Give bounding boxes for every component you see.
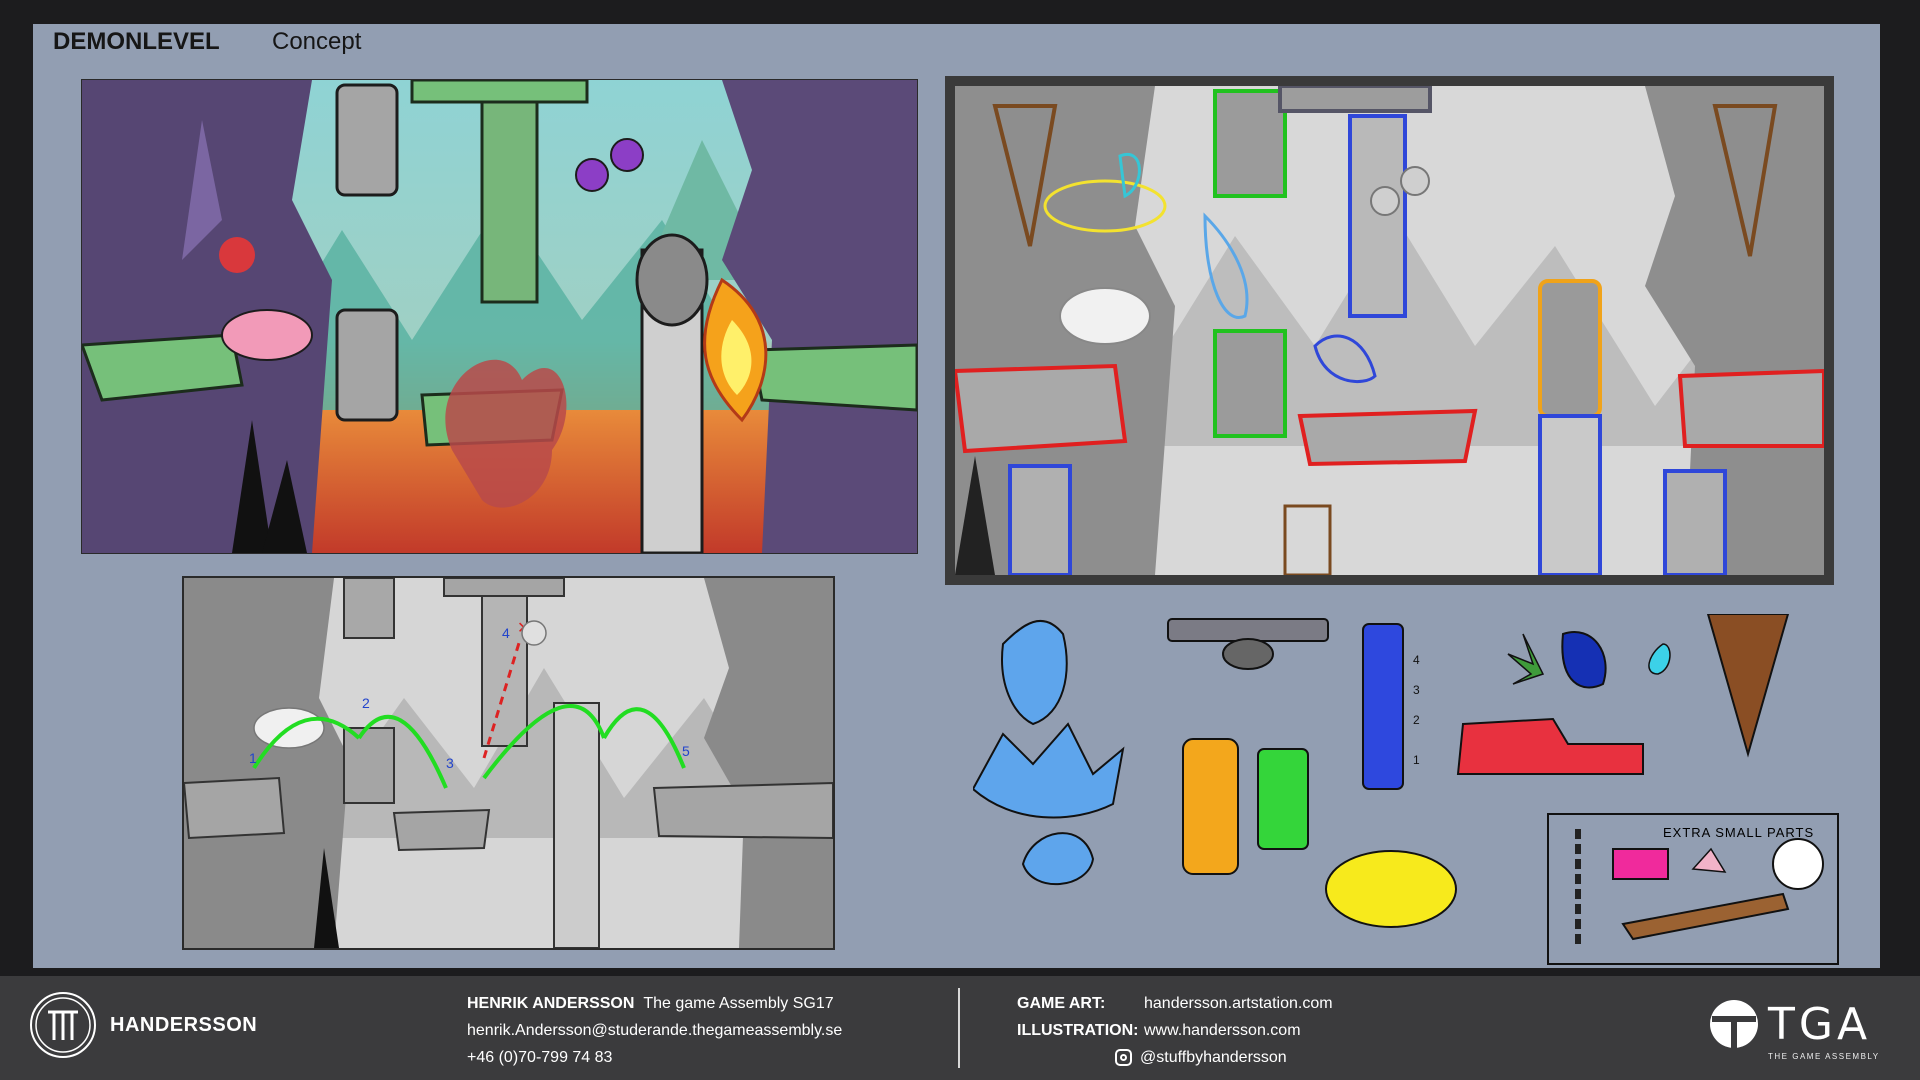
jump-marker-2: 2	[362, 695, 370, 711]
phone-number: +46 (0)70-799 74 83	[467, 1049, 613, 1066]
parts-sheet: 4 3 2 1 EXTRA SMALL PARTS	[971, 613, 1853, 974]
pillar-number-2: 2	[1413, 713, 1420, 727]
illustration-label: ILLUSTRATION:	[1017, 1022, 1139, 1039]
instagram-icon	[1115, 1049, 1132, 1066]
brand-name: HANDERSSON	[110, 1013, 258, 1036]
game-art-link[interactable]: handersson.artstation.com	[1144, 990, 1333, 1017]
outline-breakdown-panel	[945, 76, 1834, 585]
email-address[interactable]: henrik.Andersson@studerande.thegameassem…	[467, 1017, 842, 1044]
footer: HANDERSSON HENRIK ANDERSSON The game Ass…	[0, 976, 1920, 1080]
footer-divider	[958, 988, 960, 1068]
jump-marker-4: 4	[502, 625, 510, 641]
color-concept-art	[82, 80, 917, 553]
tga-subtitle: THE GAME ASSEMBLY	[1768, 1052, 1880, 1061]
jump-marker-1: 1	[249, 750, 257, 766]
color-concept-panel	[81, 79, 918, 554]
gameplay-path-panel: ✕ 1 2 3 4 5	[182, 576, 835, 950]
pillar-number-4: 4	[1413, 653, 1420, 667]
jump-marker-5: 5	[682, 743, 690, 759]
page-subtitle: Concept	[272, 28, 362, 55]
instagram-handle[interactable]: @stuffbyhandersson	[1140, 1044, 1287, 1071]
parts-sheet-art: 4 3 2 1 EXTRA SMALL PARTS	[971, 613, 1839, 965]
gameplay-path-art: ✕ 1 2 3 4 5	[184, 578, 833, 948]
page-title: DEMONLEVEL	[53, 28, 220, 55]
links-block: GAME ART: handersson.artstation.com ILLUS…	[1017, 990, 1333, 1071]
extra-parts-title: EXTRA SMALL PARTS	[1663, 825, 1814, 840]
tga-wordmark: TGA	[1768, 998, 1872, 1050]
outline-breakdown-art	[955, 86, 1824, 575]
brand-logo: HANDERSSON	[28, 990, 257, 1060]
concept-board: DEMONLEVEL Concept 1 2 3 4 5 4 3 2 1 EXT…	[33, 24, 1880, 968]
tga-logo: TGA THE GAME ASSEMBLY	[1708, 998, 1880, 1061]
pillar-number-3: 3	[1413, 683, 1420, 697]
pillar-number-1: 1	[1413, 753, 1420, 767]
handersson-emblem-icon	[30, 992, 96, 1058]
author-name: HENRIK ANDERSSON	[467, 995, 635, 1012]
instagram-row[interactable]: @stuffbyhandersson	[1115, 1044, 1333, 1071]
illustration-link[interactable]: www.handersson.com	[1144, 1017, 1301, 1044]
jump-marker-3: 3	[446, 755, 454, 771]
tga-emblem-icon	[1710, 1000, 1758, 1048]
game-art-label: GAME ART:	[1017, 995, 1106, 1012]
contact-block: HENRIK ANDERSSON The game Assembly SG17 …	[467, 990, 842, 1071]
school-name: The game Assembly SG17	[643, 995, 834, 1012]
